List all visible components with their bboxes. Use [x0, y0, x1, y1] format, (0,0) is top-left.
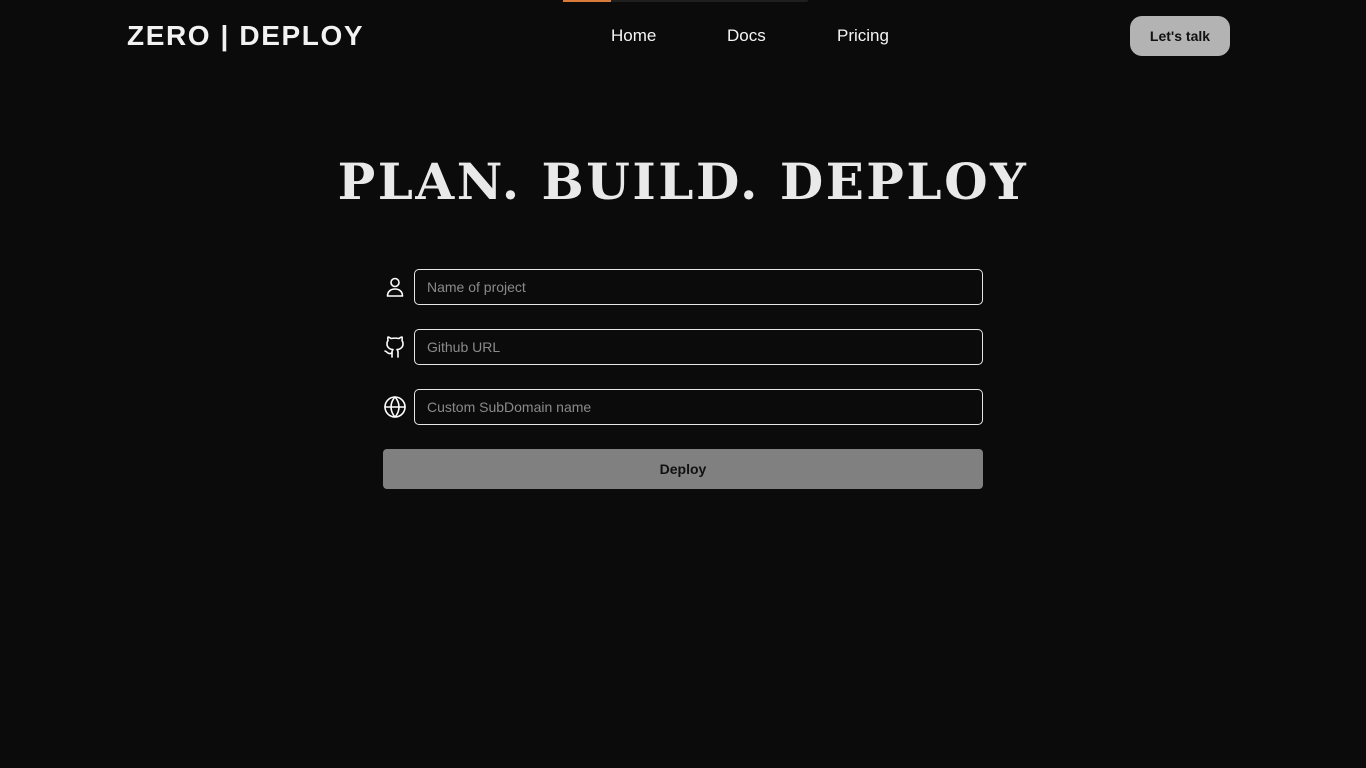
deploy-form: Deploy: [383, 269, 983, 489]
subdomain-row: [383, 389, 983, 425]
nav-link-docs[interactable]: Docs: [727, 26, 766, 46]
lets-talk-button[interactable]: Let's talk: [1130, 16, 1230, 56]
logo[interactable]: ZERO | DEPLOY: [127, 20, 364, 52]
github-url-row: [383, 329, 983, 365]
nav-link-home[interactable]: Home: [611, 26, 656, 46]
subdomain-input[interactable]: [414, 389, 983, 425]
user-icon: [383, 275, 407, 299]
top-progress-fill: [563, 0, 611, 2]
github-url-input[interactable]: [414, 329, 983, 365]
project-name-input[interactable]: [414, 269, 983, 305]
deploy-button[interactable]: Deploy: [383, 449, 983, 489]
github-icon: [383, 335, 407, 359]
hero-title: PLAN. BUILD. DEPLOY: [337, 152, 1029, 211]
nav-link-pricing[interactable]: Pricing: [837, 26, 889, 46]
page: ZERO | DEPLOY Home Docs Pricing Let's ta…: [0, 0, 1366, 768]
globe-icon: [383, 395, 407, 419]
top-progress-bar: [563, 0, 808, 2]
project-name-row: [383, 269, 983, 305]
